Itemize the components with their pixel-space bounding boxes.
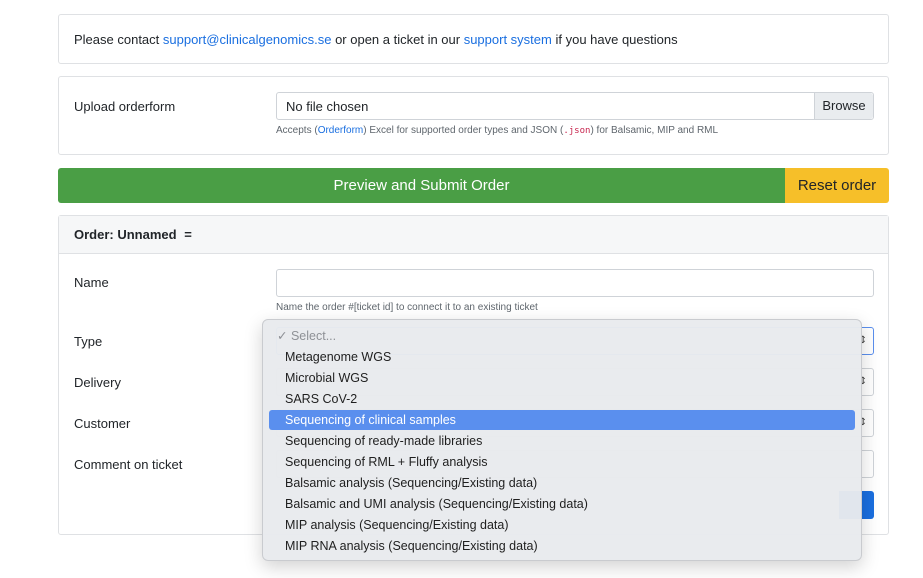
dropdown-option[interactable]: Sequencing of clinical samples — [269, 410, 855, 430]
support-contact-card: Please contact support@clinicalgenomics.… — [58, 14, 889, 64]
orderform-link[interactable]: Orderform — [318, 125, 364, 136]
delivery-label: Delivery — [74, 375, 121, 390]
dropdown-option[interactable]: Microbial WGS — [269, 368, 855, 388]
help-middle: ) Excel for supported order types and JS… — [363, 125, 564, 136]
dropdown-option[interactable]: Sequencing of RML + Fluffy analysis — [269, 452, 855, 472]
help-suffix: ) for Balsamic, MIP and RML — [590, 125, 719, 136]
dropdown-option[interactable]: Balsamic and UMI analysis (Sequencing/Ex… — [269, 494, 855, 514]
upload-orderform-label: Upload orderform — [74, 99, 176, 114]
name-help-text: Name the order #[ticket id] to connect i… — [276, 302, 538, 313]
contact-middle: or open a ticket in our — [331, 32, 464, 47]
order-menu-icon[interactable]: = — [184, 227, 192, 242]
customer-label: Customer — [74, 416, 131, 431]
reset-order-button[interactable]: Reset order — [785, 168, 889, 203]
support-system-link[interactable]: support system — [464, 32, 552, 47]
name-label: Name — [74, 275, 109, 290]
contact-suffix: if you have questions — [551, 32, 678, 47]
dropdown-option[interactable]: SARS CoV-2 — [269, 389, 855, 409]
type-dropdown-menu: ✓ Select... Metagenome WGS Microbial WGS S… — [262, 319, 862, 561]
file-input-value: No file chosen — [286, 99, 369, 114]
dropdown-option[interactable]: Sequencing of ready-made libraries — [269, 431, 855, 451]
browse-button[interactable]: Browse — [814, 93, 873, 119]
contact-prefix: Please contact — [74, 32, 163, 47]
type-label: Type — [74, 334, 103, 349]
help-prefix: Accepts ( — [276, 125, 318, 136]
dropdown-option[interactable]: Balsamic analysis (Sequencing/Existing d… — [269, 473, 855, 493]
support-email-link[interactable]: support@clinicalgenomics.se — [163, 32, 332, 47]
preview-submit-order-button[interactable]: Preview and Submit Order — [58, 168, 785, 203]
upload-orderform-card: Upload orderform No file chosen Browse A… — [58, 76, 889, 155]
order-name-input[interactable] — [276, 269, 874, 297]
order-title: Order: Unnamed — [74, 227, 177, 242]
dropdown-option[interactable]: MIP RNA analysis (Sequencing/Existing da… — [269, 536, 855, 556]
dropdown-placeholder: ✓ Select... — [277, 329, 337, 343]
orderform-file-input[interactable]: No file chosen Browse — [276, 92, 874, 120]
support-contact-text: Please contact support@clinicalgenomics.… — [74, 32, 678, 47]
dropdown-option[interactable]: MIP analysis (Sequencing/Existing data) — [269, 515, 855, 535]
upload-help-text: Accepts (Orderform) Excel for supported … — [276, 125, 718, 136]
json-code: .json — [563, 126, 591, 136]
order-header: Order: Unnamed = — [59, 216, 888, 254]
comment-label: Comment on ticket — [74, 457, 183, 472]
dropdown-option[interactable]: Metagenome WGS — [269, 347, 855, 367]
